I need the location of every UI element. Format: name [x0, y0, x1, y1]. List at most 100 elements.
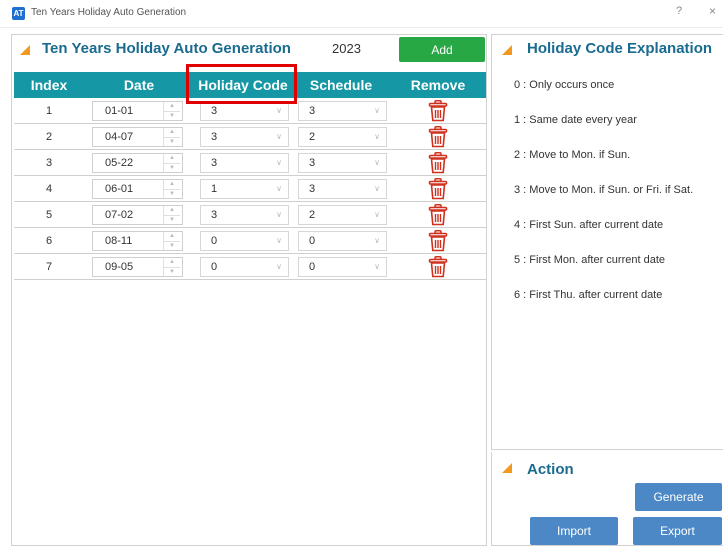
- spin-down-icon[interactable]: ▼: [164, 188, 180, 199]
- spin-down-icon[interactable]: ▼: [164, 136, 180, 147]
- date-cell: ▲▼: [84, 150, 194, 176]
- holiday-code-dropdown[interactable]: 3 ∨: [200, 100, 289, 121]
- explanation-title: Holiday Code Explanation: [527, 40, 713, 57]
- date-spin-arrows[interactable]: ▲ ▼: [163, 153, 180, 173]
- date-spinbox[interactable]: ▲▼: [92, 230, 183, 251]
- schedule-dropdown[interactable]: 3 ∨: [298, 100, 387, 121]
- date-spinbox[interactable]: ▲▼: [92, 204, 183, 225]
- explanation-item: 5 : First Mon. after current date: [514, 254, 666, 266]
- chevron-down-icon: ∨: [276, 183, 282, 193]
- remove-cell: [390, 98, 486, 124]
- schedule-dropdown[interactable]: 0 ∨: [298, 230, 387, 251]
- column-header-holiday-code: Holiday Code: [198, 77, 288, 93]
- chevron-down-icon: ∨: [374, 105, 380, 115]
- schedule-dropdown[interactable]: 3 ∨: [298, 178, 387, 199]
- date-spinbox[interactable]: ▲▼: [92, 178, 183, 199]
- schedule-dropdown[interactable]: 3 ∨: [298, 152, 387, 173]
- chevron-down-icon: ∨: [374, 261, 380, 271]
- holiday-code-dropdown[interactable]: 1 ∨: [200, 178, 289, 199]
- date-input[interactable]: [93, 153, 163, 172]
- chevron-down-icon: ∨: [276, 235, 282, 245]
- date-input[interactable]: [93, 257, 163, 276]
- section-marker-icon: [502, 463, 512, 473]
- generation-panel: Ten Years Holiday Auto Generation 2023 A…: [11, 34, 487, 546]
- spin-down-icon[interactable]: ▼: [164, 162, 180, 173]
- date-spinbox[interactable]: ▲▼: [92, 126, 183, 147]
- date-input[interactable]: [93, 179, 163, 198]
- date-spin-arrows[interactable]: ▲ ▼: [163, 257, 180, 277]
- holiday-code-cell: 0 ∨: [194, 254, 292, 280]
- column-header-remove: Remove: [410, 77, 466, 93]
- holiday-code-value: 3: [211, 208, 218, 221]
- schedule-dropdown[interactable]: 2 ∨: [298, 126, 387, 147]
- spin-up-icon[interactable]: ▲: [164, 206, 180, 215]
- date-spin-arrows[interactable]: ▲ ▼: [163, 127, 180, 147]
- table-body: 1▲▼3∨3∨2▲▼3∨2∨3▲▼3∨3∨4▲▼1∨3∨5▲▼3∨2∨6▲▼0∨…: [14, 98, 486, 280]
- schedule-cell: 2 ∨: [292, 202, 390, 228]
- trash-icon[interactable]: [428, 151, 448, 174]
- holiday-code-dropdown[interactable]: 0 ∨: [200, 256, 289, 277]
- trash-icon[interactable]: [428, 255, 448, 278]
- chevron-down-icon: ∨: [374, 209, 380, 219]
- holiday-code-cell: 3 ∨: [194, 202, 292, 228]
- row-index: 2: [45, 130, 53, 143]
- schedule-cell: 2 ∨: [292, 124, 390, 150]
- window-titlebar: AT Ten Years Holiday Auto Generation ? ×: [0, 0, 723, 28]
- generate-button[interactable]: Generate: [635, 483, 722, 511]
- spin-up-icon[interactable]: ▲: [164, 102, 180, 111]
- trash-icon[interactable]: [428, 203, 448, 226]
- holiday-code-dropdown[interactable]: 3 ∨: [200, 152, 289, 173]
- spin-up-icon[interactable]: ▲: [164, 180, 180, 189]
- date-cell: ▲▼: [84, 202, 194, 228]
- trash-icon[interactable]: [428, 229, 448, 252]
- holiday-code-dropdown[interactable]: 3 ∨: [200, 204, 289, 225]
- column-header-date: Date: [123, 77, 155, 93]
- table-row: 1▲▼3∨3∨: [14, 98, 486, 124]
- date-input[interactable]: [93, 101, 163, 120]
- holiday-code-cell: 3 ∨: [194, 98, 292, 124]
- remove-cell: [390, 228, 486, 254]
- spin-down-icon[interactable]: ▼: [164, 214, 180, 225]
- holiday-code-dropdown[interactable]: 3 ∨: [200, 126, 289, 147]
- import-button[interactable]: Import: [530, 517, 618, 545]
- explanation-item: 6 : First Thu. after current date: [514, 289, 663, 301]
- column-header-schedule: Schedule: [309, 77, 373, 93]
- schedule-value: 3: [309, 182, 316, 195]
- date-cell: ▲▼: [84, 176, 194, 202]
- close-button[interactable]: ×: [709, 4, 716, 18]
- spin-up-icon[interactable]: ▲: [164, 258, 180, 267]
- trash-icon[interactable]: [428, 177, 448, 200]
- date-spinbox[interactable]: ▲▼: [92, 100, 183, 121]
- holiday-code-dropdown[interactable]: 0 ∨: [200, 230, 289, 251]
- export-button[interactable]: Export: [633, 517, 722, 545]
- schedule-dropdown[interactable]: 0 ∨: [298, 256, 387, 277]
- schedule-value: 2: [309, 208, 316, 221]
- date-spin-arrows[interactable]: ▲ ▼: [163, 101, 180, 121]
- spin-up-icon[interactable]: ▲: [164, 232, 180, 241]
- date-spin-arrows[interactable]: ▲ ▼: [163, 205, 180, 225]
- chevron-down-icon: ∨: [276, 131, 282, 141]
- date-spinbox[interactable]: ▲▼: [92, 152, 183, 173]
- schedule-value: 3: [309, 104, 316, 117]
- table-header: Index Date Holiday Code Schedule Remove: [14, 72, 486, 98]
- date-input[interactable]: [93, 231, 163, 250]
- date-input[interactable]: [93, 127, 163, 146]
- help-button[interactable]: ?: [676, 5, 682, 17]
- spin-down-icon[interactable]: ▼: [164, 240, 180, 251]
- date-spinbox[interactable]: ▲▼: [92, 256, 183, 277]
- chevron-down-icon: ∨: [276, 157, 282, 167]
- spin-down-icon[interactable]: ▼: [164, 266, 180, 277]
- date-spin-arrows[interactable]: ▲ ▼: [163, 231, 180, 251]
- trash-icon[interactable]: [428, 125, 448, 148]
- chevron-down-icon: ∨: [276, 105, 282, 115]
- date-spin-arrows[interactable]: ▲ ▼: [163, 179, 180, 199]
- chevron-down-icon: ∨: [276, 209, 282, 219]
- spin-up-icon[interactable]: ▲: [164, 128, 180, 137]
- add-button[interactable]: Add: [399, 37, 485, 62]
- explanation-item: 1 : Same date every year: [514, 114, 637, 126]
- date-input[interactable]: [93, 205, 163, 224]
- spin-down-icon[interactable]: ▼: [164, 110, 180, 121]
- trash-icon[interactable]: [428, 99, 448, 122]
- schedule-dropdown[interactable]: 2 ∨: [298, 204, 387, 225]
- spin-up-icon[interactable]: ▲: [164, 154, 180, 163]
